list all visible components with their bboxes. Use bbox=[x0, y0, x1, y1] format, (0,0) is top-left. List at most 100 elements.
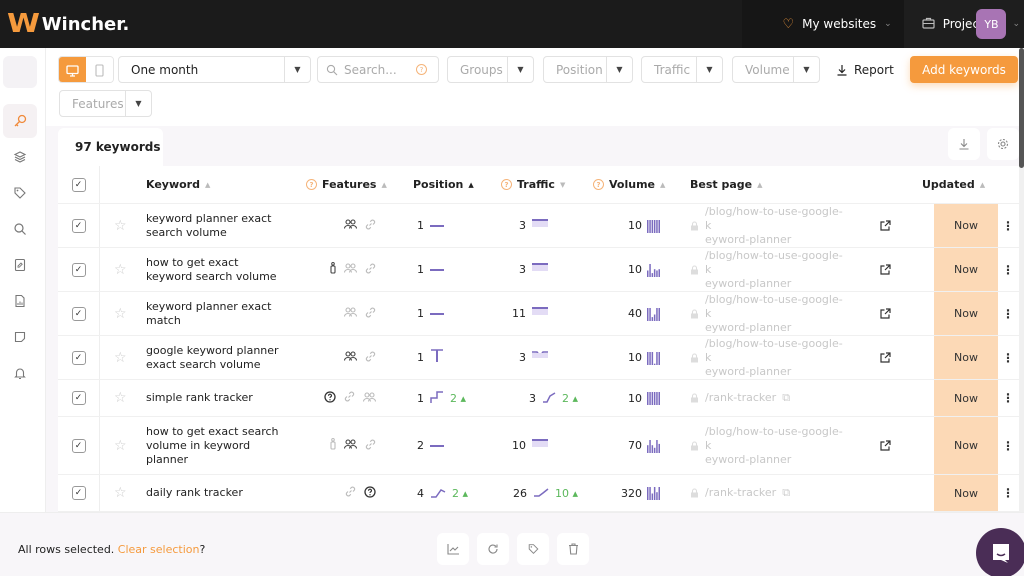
groups-filter[interactable]: Groups ▼ bbox=[447, 56, 534, 83]
user-menu[interactable]: YB ⌄ bbox=[976, 9, 1022, 39]
report-button[interactable]: Report bbox=[836, 56, 894, 83]
more-options-icon[interactable]: ⋮ bbox=[1000, 204, 1016, 247]
keyword-text[interactable]: keyword planner exact search volume bbox=[146, 204, 286, 247]
star-icon[interactable]: ☆ bbox=[114, 380, 127, 416]
more-options-icon[interactable]: ⋮ bbox=[1000, 336, 1016, 379]
best-page-url[interactable]: /blog/how-to-use-google-k eyword-planner bbox=[705, 337, 845, 379]
search-input[interactable] bbox=[344, 62, 410, 77]
clear-selection-link[interactable]: Clear selection bbox=[118, 543, 200, 556]
bulk-tag-button[interactable] bbox=[517, 533, 549, 565]
help-icon[interactable]: ? bbox=[501, 179, 512, 190]
row-checkbox[interactable]: ✓ bbox=[71, 218, 86, 233]
best-page-url[interactable]: /blog/how-to-use-google-k eyword-planner bbox=[705, 205, 845, 247]
table-row[interactable]: ✓ ☆ google keyword planner exact search … bbox=[58, 336, 1019, 380]
people-also-ask-icon[interactable] bbox=[343, 263, 358, 276]
header-best-page[interactable]: Best page ▲ bbox=[690, 166, 763, 203]
question-icon[interactable] bbox=[364, 485, 376, 501]
table-row[interactable]: ✓ ☆ daily rank tracker 4 2 ▴ 26 10 ▴ 320 /… bbox=[58, 475, 1019, 512]
help-icon[interactable]: ? bbox=[306, 179, 317, 190]
header-keyword[interactable]: Keyword ▲ bbox=[146, 166, 210, 203]
row-checkbox[interactable]: ✓ bbox=[71, 391, 86, 405]
open-page-button[interactable] bbox=[880, 292, 891, 335]
features-filter[interactable]: Features ▼ bbox=[59, 90, 152, 117]
open-page-button[interactable] bbox=[880, 248, 891, 291]
keyword-text[interactable]: simple rank tracker bbox=[146, 380, 286, 416]
best-page-url[interactable]: /blog/how-to-use-google-k eyword-planner bbox=[705, 425, 845, 467]
people-also-ask-icon[interactable] bbox=[343, 351, 358, 364]
logo[interactable]: W Wincher. bbox=[7, 9, 129, 39]
row-checkbox[interactable]: ✓ bbox=[71, 306, 86, 321]
table-row[interactable]: ✓ ☆ keyword planner exact match 1 11 40 … bbox=[58, 292, 1019, 336]
open-page-button[interactable] bbox=[880, 204, 891, 247]
star-icon[interactable]: ☆ bbox=[114, 292, 127, 335]
select-all-checkbox[interactable]: ✓ bbox=[71, 177, 86, 192]
best-page-url[interactable]: /blog/how-to-use-google-k eyword-planner bbox=[705, 293, 845, 335]
export-button[interactable] bbox=[948, 128, 980, 160]
help-icon[interactable]: ? bbox=[416, 64, 427, 75]
people-also-ask-icon[interactable] bbox=[343, 307, 358, 320]
link-icon[interactable] bbox=[365, 307, 376, 321]
row-checkbox[interactable]: ✓ bbox=[71, 486, 86, 500]
sidebar-item-notes[interactable] bbox=[3, 320, 37, 354]
scrollbar-thumb[interactable] bbox=[1019, 48, 1024, 168]
table-row[interactable]: ✓ ☆ keyword planner exact search volume … bbox=[58, 204, 1019, 248]
more-options-icon[interactable]: ⋮ bbox=[1000, 248, 1016, 291]
position-filter[interactable]: Position ▼ bbox=[543, 56, 633, 83]
link-icon[interactable] bbox=[365, 351, 376, 365]
sidebar-item-research[interactable] bbox=[3, 212, 37, 246]
mobile-toggle[interactable] bbox=[86, 57, 113, 82]
header-traffic[interactable]: ? Traffic ▼ bbox=[501, 166, 565, 203]
sidebar-item-alerts[interactable] bbox=[3, 356, 37, 390]
info-icon[interactable] bbox=[330, 262, 336, 277]
header-volume[interactable]: ? Volume ▲ bbox=[593, 166, 665, 203]
link-icon[interactable] bbox=[365, 263, 376, 277]
bulk-chart-button[interactable] bbox=[437, 533, 469, 565]
more-options-icon[interactable]: ⋮ bbox=[1000, 475, 1016, 511]
star-icon[interactable]: ☆ bbox=[114, 475, 127, 511]
bulk-refresh-button[interactable] bbox=[477, 533, 509, 565]
best-page-url[interactable]: /rank-tracker bbox=[705, 391, 776, 405]
volume-filter[interactable]: Volume ▼ bbox=[732, 56, 820, 83]
best-page-url[interactable]: /blog/how-to-use-google-k eyword-planner bbox=[705, 249, 845, 291]
row-checkbox[interactable]: ✓ bbox=[71, 350, 86, 365]
external-link-icon[interactable]: ⧉ bbox=[782, 486, 790, 500]
header-features[interactable]: ? Features ▲ bbox=[306, 166, 387, 203]
external-link-icon[interactable]: ⧉ bbox=[782, 391, 790, 405]
add-keywords-button[interactable]: Add keywords bbox=[910, 56, 1018, 83]
table-row[interactable]: ✓ ☆ simple rank tracker 1 2 ▴ 3 2 ▴ 10 /ra… bbox=[58, 380, 1019, 417]
keyword-text[interactable]: keyword planner exact match bbox=[146, 292, 286, 335]
star-icon[interactable]: ☆ bbox=[114, 336, 127, 379]
link-icon[interactable] bbox=[365, 439, 376, 453]
star-icon[interactable]: ☆ bbox=[114, 204, 127, 247]
table-row[interactable]: ✓ ☆ how to get exact search volume in ke… bbox=[58, 417, 1019, 475]
sidebar-item-page-audit[interactable] bbox=[3, 248, 37, 282]
help-icon[interactable]: ? bbox=[593, 179, 604, 190]
keyword-text[interactable]: how to get exact keyword search volume bbox=[146, 248, 286, 291]
keyword-text[interactable]: how to get exact search volume in keywor… bbox=[146, 417, 286, 474]
keyword-text[interactable]: daily rank tracker bbox=[146, 475, 286, 511]
link-icon[interactable] bbox=[365, 219, 376, 233]
link-icon[interactable] bbox=[345, 486, 356, 500]
table-settings-button[interactable] bbox=[987, 128, 1019, 160]
desktop-toggle[interactable] bbox=[59, 57, 86, 82]
my-websites-menu[interactable]: ♡ My websites ⌄ bbox=[742, 0, 904, 48]
sidebar-item-reports[interactable] bbox=[3, 284, 37, 318]
scrollbar[interactable] bbox=[1019, 48, 1024, 512]
question-icon[interactable] bbox=[324, 390, 336, 406]
period-select[interactable]: One month ▼ bbox=[118, 56, 311, 83]
bulk-delete-button[interactable] bbox=[557, 533, 589, 565]
chat-launcher[interactable] bbox=[976, 528, 1024, 576]
info-icon[interactable] bbox=[330, 438, 336, 453]
people-also-ask-icon[interactable] bbox=[343, 219, 358, 232]
people-also-ask-icon[interactable] bbox=[362, 391, 377, 405]
open-page-button[interactable] bbox=[880, 417, 891, 474]
more-options-icon[interactable]: ⋮ bbox=[1000, 417, 1016, 474]
link-icon[interactable] bbox=[344, 391, 355, 405]
keyword-text[interactable]: google keyword planner exact search volu… bbox=[146, 336, 286, 379]
star-icon[interactable]: ☆ bbox=[114, 417, 127, 474]
sidebar-item-tags[interactable] bbox=[3, 176, 37, 210]
sidebar-website-selector[interactable] bbox=[3, 56, 37, 88]
more-options-icon[interactable]: ⋮ bbox=[1000, 292, 1016, 335]
keyword-count-tab[interactable]: 97 keywords bbox=[58, 128, 163, 166]
row-checkbox[interactable]: ✓ bbox=[71, 438, 86, 453]
